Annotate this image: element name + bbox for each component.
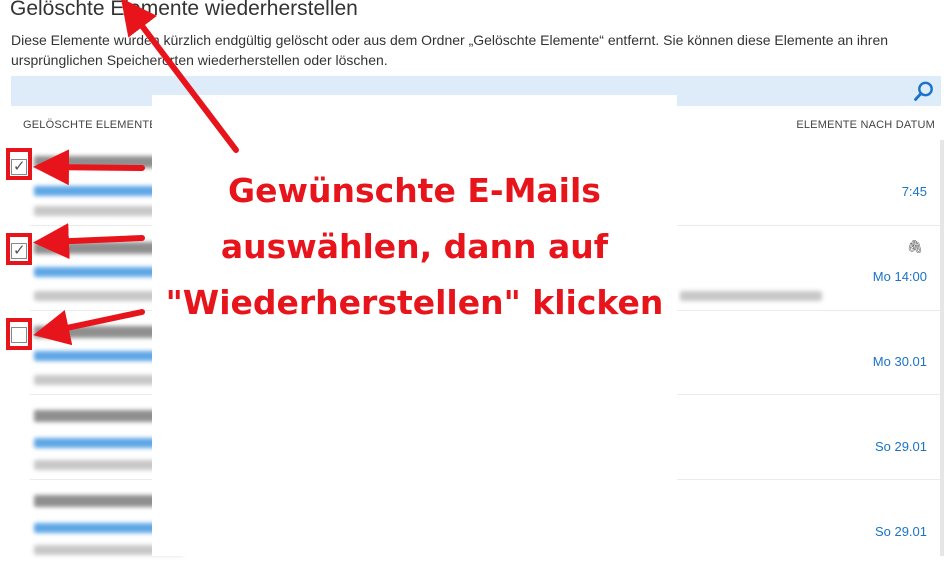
- annotation-line: auswählen, dann auf: [220, 227, 609, 266]
- instruction-annotation: Gewünschte E-Mails auswählen, dann auf "…: [152, 163, 677, 331]
- arrow-to-title: [120, 0, 239, 153]
- arrow-to-checkbox-1: [33, 149, 145, 186]
- annotation-line: "Wiederherstellen" klicken: [165, 283, 664, 322]
- arrow-to-checkbox-2: [33, 223, 145, 260]
- arrow-to-checkbox-3: [33, 309, 145, 346]
- annotation-line: Gewünschte E-Mails: [228, 171, 601, 210]
